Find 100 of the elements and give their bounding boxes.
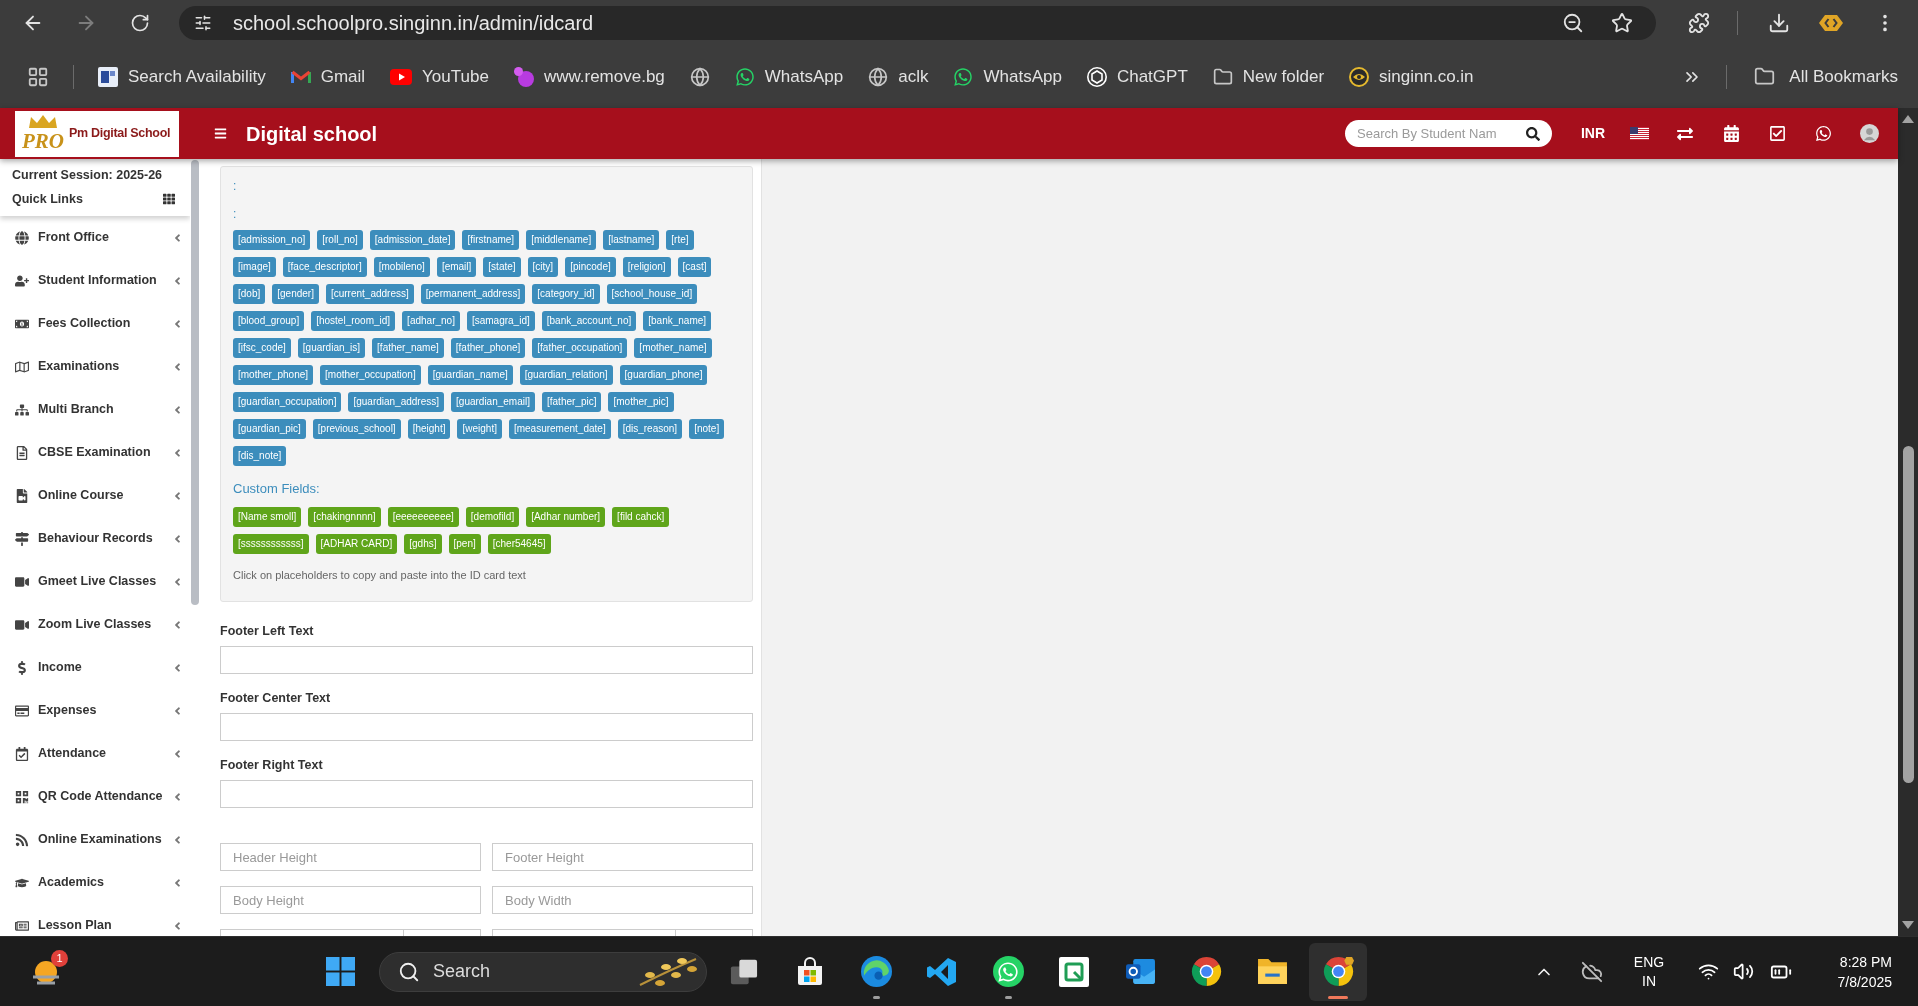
placeholder-tag[interactable]: [guardian_pic] (233, 419, 306, 439)
sidebar-item[interactable]: Expenses (0, 689, 190, 732)
placeholder-tag[interactable]: [mother_pic] (608, 392, 674, 412)
placeholder-tag[interactable]: [pincode] (565, 257, 616, 277)
text-input[interactable] (220, 780, 753, 808)
placeholder-tag[interactable]: [dis_reason] (617, 419, 683, 439)
placeholder-tag[interactable]: [guardian_is] (297, 338, 366, 358)
placeholder-tag[interactable]: [guardian_address] (348, 392, 445, 412)
whatsapp-icon[interactable] (1814, 125, 1832, 142)
placeholder-tag[interactable]: [firstname] (462, 230, 520, 250)
placeholder-tag[interactable]: [height] (407, 419, 451, 439)
play-icon[interactable] (390, 68, 413, 85)
custom-field-tag[interactable]: [demofild] (465, 507, 520, 527)
placeholder-tag[interactable]: [guardian_phone] (619, 365, 708, 385)
placeholder-tag[interactable]: [state] (483, 257, 521, 277)
sidebar-item[interactable]: Zoom Live Classes (0, 603, 190, 646)
custom-field-tag[interactable]: [gdhs] (404, 534, 442, 554)
blob-icon[interactable] (513, 66, 534, 87)
placeholder-tag[interactable]: [guardian_occupation] (233, 392, 342, 412)
search-field[interactable]: Search By Student Nam (1345, 120, 1552, 147)
star-icon[interactable] (1611, 11, 1633, 34)
sidebar-item[interactable]: Income (0, 646, 190, 689)
custom-field-tag[interactable]: [eeeeeeeeee] (387, 507, 459, 527)
taskbar-button[interactable] (1309, 942, 1367, 1001)
placeholder-tag[interactable]: [religion] (622, 257, 671, 277)
bookmark-link[interactable]: New folder (1212, 60, 1325, 93)
placeholder-tag[interactable]: [middlename] (526, 230, 597, 250)
taskbar-search[interactable]: Search (379, 951, 707, 992)
scrollbar-thumb[interactable] (1902, 446, 1914, 783)
placeholder-tag[interactable]: [hostel_room_id] (311, 311, 396, 331)
custom-field-tag[interactable]: [ADHAR CARD] (315, 534, 398, 554)
custom-field-tag[interactable]: [Adhar number] (526, 507, 606, 527)
site-tile-icon[interactable] (98, 66, 118, 87)
folder-icon[interactable] (1212, 66, 1233, 87)
volume-icon[interactable] (1733, 961, 1754, 982)
swirl-icon[interactable] (860, 956, 892, 987)
search-icon[interactable] (1526, 126, 1540, 141)
placeholder-tag[interactable]: [blood_group] (233, 311, 305, 331)
sidebar-item[interactable]: Lesson Plan (0, 904, 190, 936)
segmented-circle-icon[interactable] (1322, 956, 1354, 987)
sidebar-item[interactable]: Multi Branch (0, 388, 190, 431)
input-field[interactable]: Header Height (220, 843, 481, 871)
placeholder-tag[interactable]: [father_occupation] (532, 338, 628, 358)
scrollbar-thumb[interactable] (191, 160, 199, 605)
folder-icon[interactable] (1754, 66, 1776, 87)
shopping-bag-icon[interactable] (795, 956, 825, 987)
custom-field-tag[interactable]: [pen] (448, 534, 481, 554)
input-field[interactable]: Body Width (492, 886, 753, 914)
text-input[interactable] (220, 646, 753, 674)
placeholder-tag[interactable]: [rte] (666, 230, 694, 250)
placeholder-tag[interactable]: [bank_name] (643, 311, 712, 331)
sidebar-item[interactable]: Online Course (0, 474, 190, 517)
placeholder-tag[interactable]: [guardian_name] (427, 365, 513, 385)
sidebar-item[interactable]: Gmeet Live Classes (0, 560, 190, 603)
placeholder-tag[interactable]: [mobileno] (373, 257, 430, 277)
placeholder-tag[interactable]: [lastname] (603, 230, 660, 250)
sidebar-item[interactable]: Online Examinations (0, 818, 190, 861)
placeholder-tag[interactable]: [image] (233, 257, 276, 277)
placeholder-tag[interactable]: [adhar_no] (402, 311, 460, 331)
sidebar-item[interactable]: Student Information (0, 259, 190, 302)
tile-icon[interactable] (1059, 956, 1089, 987)
bookmark-link[interactable]: singinn.co.in (1349, 60, 1474, 93)
placeholder-tag[interactable]: [mother_occupation] (320, 365, 421, 385)
placeholder-tag[interactable]: [admission_no] (233, 230, 311, 250)
placeholder-tag[interactable]: [mother_name] (634, 338, 712, 358)
placeholder-tag[interactable]: [current_address] (325, 284, 414, 304)
input-field[interactable]: Body Height (220, 886, 481, 914)
puzzle-icon[interactable] (1688, 11, 1710, 34)
input-field[interactable]: Footer Height (492, 843, 753, 871)
sidebar-item[interactable]: CBSE Examination (0, 431, 190, 474)
bookmark-link[interactable]: WhatsApp (953, 60, 1062, 93)
placeholder-tag[interactable]: [admission_date] (369, 230, 456, 250)
globe-icon[interactable] (689, 66, 710, 87)
placeholder-tag[interactable]: [father_phone] (450, 338, 526, 358)
hexagon-icon[interactable] (1819, 14, 1843, 31)
calendar-icon[interactable] (1723, 125, 1739, 142)
menu-icon[interactable] (214, 127, 227, 140)
reload-icon[interactable] (130, 12, 150, 33)
clock[interactable]: 8:28 PM 7/8/2025 (1822, 951, 1892, 992)
placeholder-tag[interactable]: [measurement_date] (508, 419, 611, 439)
triangle-down-icon[interactable] (1902, 921, 1914, 929)
whatsapp-icon[interactable] (992, 956, 1024, 987)
download-icon[interactable] (1768, 11, 1790, 34)
placeholder-tag[interactable]: [bank_account_no] (541, 311, 637, 331)
custom-field-tag[interactable]: [Name smoll] (233, 507, 302, 527)
placeholder-tag[interactable]: [city] (527, 257, 559, 277)
placeholder-tag[interactable]: [weight] (457, 419, 502, 439)
overlapping-squares-icon[interactable] (730, 957, 758, 986)
placeholder-tag[interactable]: [mother_phone] (233, 365, 314, 385)
placeholder-tag[interactable]: [father_name] (372, 338, 444, 358)
cloud-off-icon[interactable] (1581, 960, 1603, 983)
currency-selector[interactable]: INR (1580, 123, 1606, 144)
sidebar-item[interactable]: Fees Collection (0, 302, 190, 345)
placeholder-tag[interactable]: [roll_no] (317, 230, 363, 250)
placeholder-tag[interactable]: [category_id] (532, 284, 600, 304)
custom-field-tag[interactable]: [cher54645] (487, 534, 551, 554)
envelope-tile-icon[interactable] (1124, 956, 1156, 987)
sliders-icon[interactable] (194, 13, 212, 32)
globe-icon[interactable] (868, 66, 889, 87)
placeholder-tag[interactable]: [father_pic] (542, 392, 602, 412)
